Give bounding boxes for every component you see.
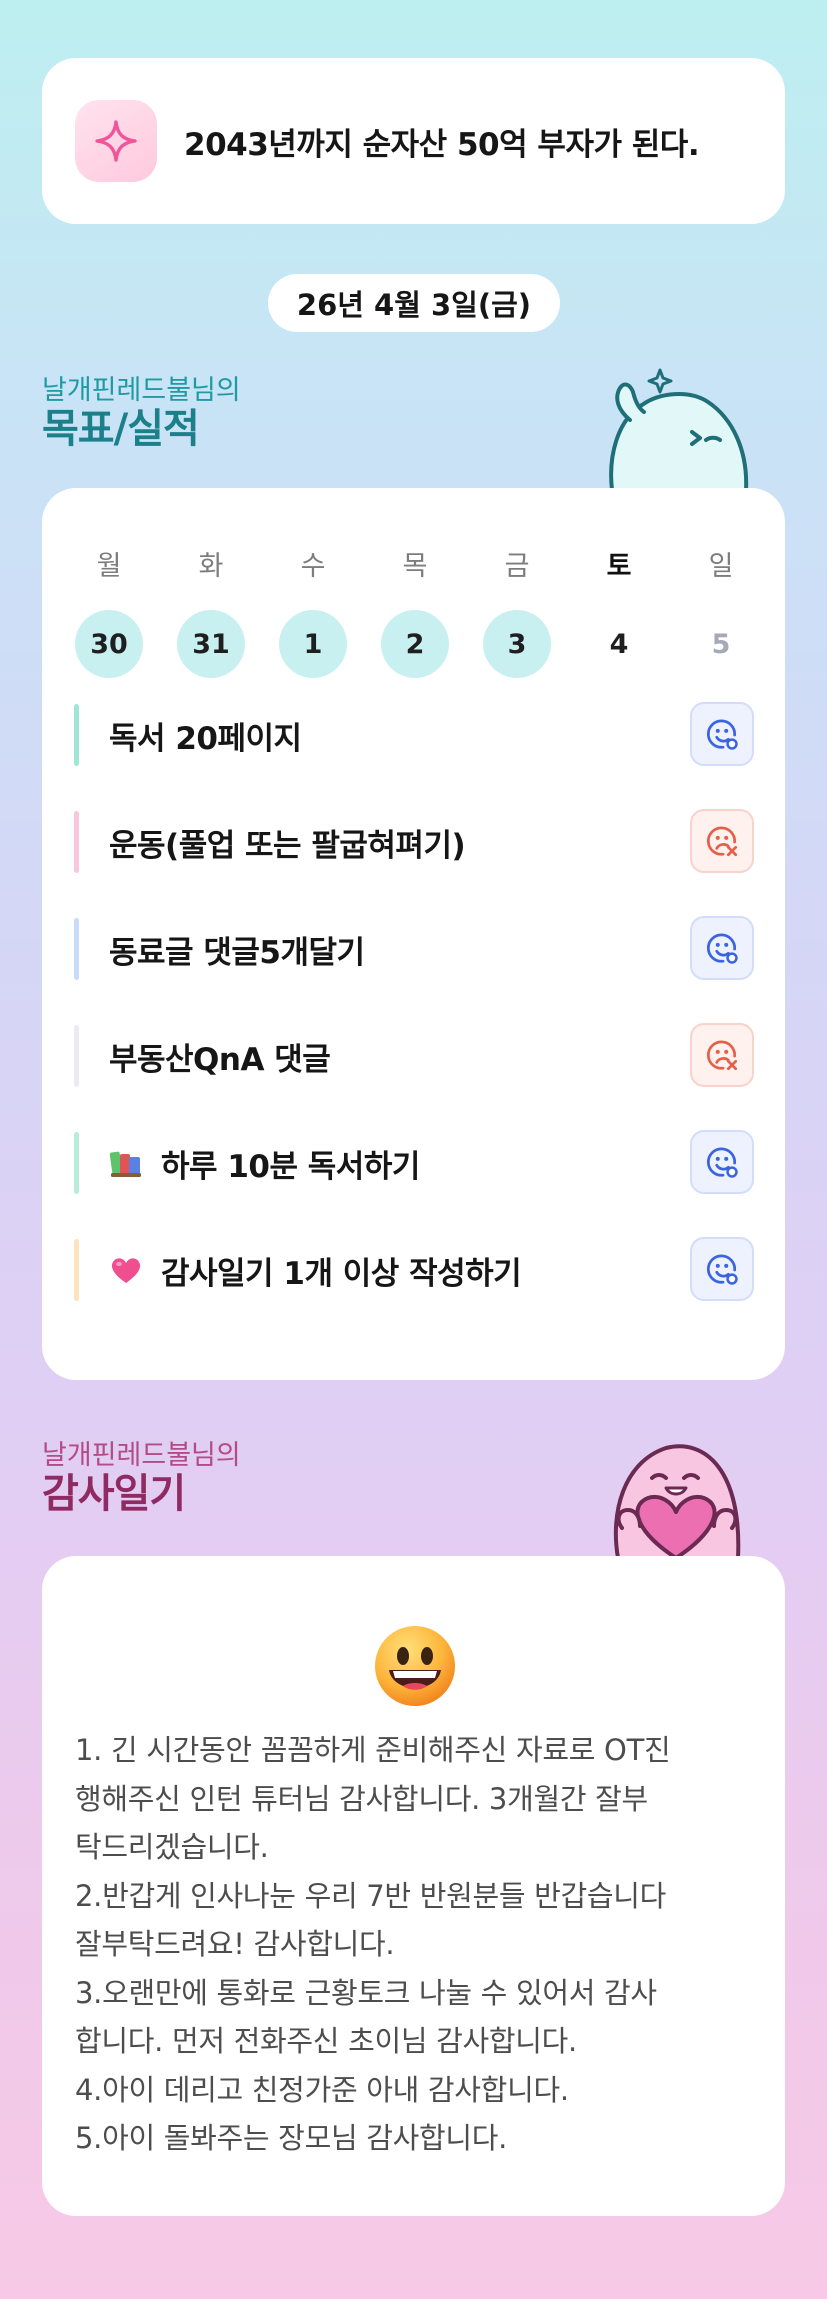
task-success-button[interactable] <box>690 916 754 980</box>
smile-check-icon <box>703 1143 741 1181</box>
diary-line: 합니다. 먼저 전화주신 초이님 감사합니다. <box>75 2024 577 2058</box>
books-icon <box>109 1145 145 1181</box>
diary-line: 행해주신 인턴 튜터님 감사합니다. 3개월간 잘부 <box>75 1781 648 1816</box>
task-success-button[interactable] <box>690 702 754 766</box>
day-column[interactable]: 토4 <box>585 544 653 678</box>
diary-line: 3.오랜만에 통화로 근황토크 나눌 수 있어서 감사 <box>75 1975 657 2010</box>
task-color-bar <box>74 1132 79 1194</box>
task-item[interactable]: 하루 10분 독서하기 <box>74 1130 754 1196</box>
task-color-bar <box>74 1025 79 1087</box>
day-column[interactable]: 화 31 <box>177 544 245 678</box>
day-column[interactable]: 일5 <box>687 544 755 678</box>
day-number[interactable]: 4 <box>585 610 653 678</box>
frown-x-icon <box>703 1036 741 1074</box>
day-column[interactable]: 수1 <box>279 544 347 678</box>
task-label: 동료글 댓글5개달기 <box>109 934 365 971</box>
task-item[interactable]: 동료글 댓글5개달기 <box>74 916 754 982</box>
day-label: 일 <box>708 551 734 582</box>
goal-card[interactable]: 2043년까지 순자산 50억 부자가 된다. <box>42 58 785 224</box>
week-calendar: 월 30 화 31 수 1 목 2 금 3 토 4 일 5 <box>75 544 755 678</box>
diary-section-title: 감사일기 <box>42 1471 186 1517</box>
heart-mascot-icon <box>613 1444 741 1558</box>
diary-line: 탁드리겠습니다. <box>75 1830 269 1864</box>
goals-section-heading: 날개핀레드불님의 목표/실적 <box>42 375 241 453</box>
day-number[interactable]: 5 <box>687 610 755 678</box>
task-color-bar <box>74 704 79 766</box>
task-success-button[interactable] <box>690 1130 754 1194</box>
task-list: 독서 20페이지운동(풀업 또는 팔굽혀펴기) 동료글 댓글5개달기부동산QnA … <box>74 702 754 1344</box>
goals-section-title: 목표/실적 <box>42 406 200 452</box>
task-color-bar <box>74 1239 79 1301</box>
day-number[interactable]: 2 <box>381 610 449 678</box>
day-label: 화 <box>198 551 224 582</box>
diary-line: 2.반갑게 인사나눈 우리 7반 반원분들 반갑습니다 <box>75 1878 667 1913</box>
task-item[interactable]: 감사일기 1개 이상 작성하기 <box>74 1237 754 1303</box>
day-column[interactable]: 금3 <box>483 544 551 678</box>
day-label: 월 <box>96 551 122 582</box>
day-label: 금 <box>504 551 530 582</box>
task-label: 감사일기 1개 이상 작성하기 <box>161 1255 522 1292</box>
task-item[interactable]: 부동산QnA 댓글 <box>74 1023 754 1089</box>
frown-x-icon <box>703 822 741 860</box>
day-column[interactable]: 월 30 <box>75 544 143 678</box>
ghost-mascot-icon <box>609 368 749 490</box>
task-item[interactable]: 운동(풀업 또는 팔굽혀펴기) <box>74 809 754 875</box>
heart-icon <box>109 1252 145 1288</box>
grinning-face-icon <box>375 1626 455 1706</box>
day-number[interactable]: 30 <box>75 610 143 678</box>
task-label: 하루 10분 독서하기 <box>161 1148 420 1185</box>
diary-line: 4.아이 데리고 친정가준 아내 감사합니다. <box>75 2072 569 2107</box>
diary-line: 1. 긴 시간동안 꼼꼼하게 준비해주신 자료로 OT진 <box>75 1733 671 1767</box>
sparkle-icon <box>75 100 157 182</box>
diary-line: 5.아이 돌봐주는 장모님 감사합니다. <box>75 2121 508 2155</box>
goal-text: 2043년까지 순자산 50억 부자가 된다. <box>184 126 700 163</box>
day-label: 토 <box>606 551 632 582</box>
diary-card: 1. 긴 시간동안 꼼꼼하게 준비해주신 자료로 OT진행해주신 인턴 튜터님 … <box>42 1556 785 2216</box>
task-success-button[interactable] <box>690 1237 754 1301</box>
task-label: 부동산QnA 댓글 <box>109 1041 331 1078</box>
task-label: 운동(풀업 또는 팔굽혀펴기) <box>109 827 466 864</box>
day-label: 목 <box>402 551 428 582</box>
task-color-bar <box>74 811 79 873</box>
task-label: 독서 20페이지 <box>109 720 302 757</box>
smile-check-icon <box>703 1250 741 1288</box>
day-label: 수 <box>300 551 326 582</box>
diary-line: 잘부탁드려요! 감사합니다. <box>75 1927 395 1961</box>
smile-check-icon <box>703 929 741 967</box>
day-column[interactable]: 목2 <box>381 544 449 678</box>
goals-card: 월 30 화 31 수 1 목 2 금 3 토 4 일 5 독서 20페이지 운동(풀업 또는 팔굽혀펴기)… <box>42 488 785 1380</box>
diary-text: 1. 긴 시간동안 꼼꼼하게 준비해주신 자료로 OT진행해주신 인턴 튜터님 … <box>75 1726 765 2163</box>
task-fail-button[interactable] <box>690 809 754 873</box>
task-item[interactable]: 독서 20페이지 <box>74 702 754 768</box>
date-pill[interactable]: 26년 4월 3일(금) <box>268 274 560 332</box>
goals-section-owner: 날개핀레드불님의 <box>42 375 241 406</box>
task-fail-button[interactable] <box>690 1023 754 1087</box>
day-number[interactable]: 3 <box>483 610 551 678</box>
task-color-bar <box>74 918 79 980</box>
diary-section-owner: 날개핀레드불님의 <box>42 1440 241 1471</box>
day-number[interactable]: 31 <box>177 610 245 678</box>
smile-check-icon <box>703 715 741 753</box>
diary-section-heading: 날개핀레드불님의 감사일기 <box>42 1440 241 1518</box>
day-number[interactable]: 1 <box>279 610 347 678</box>
